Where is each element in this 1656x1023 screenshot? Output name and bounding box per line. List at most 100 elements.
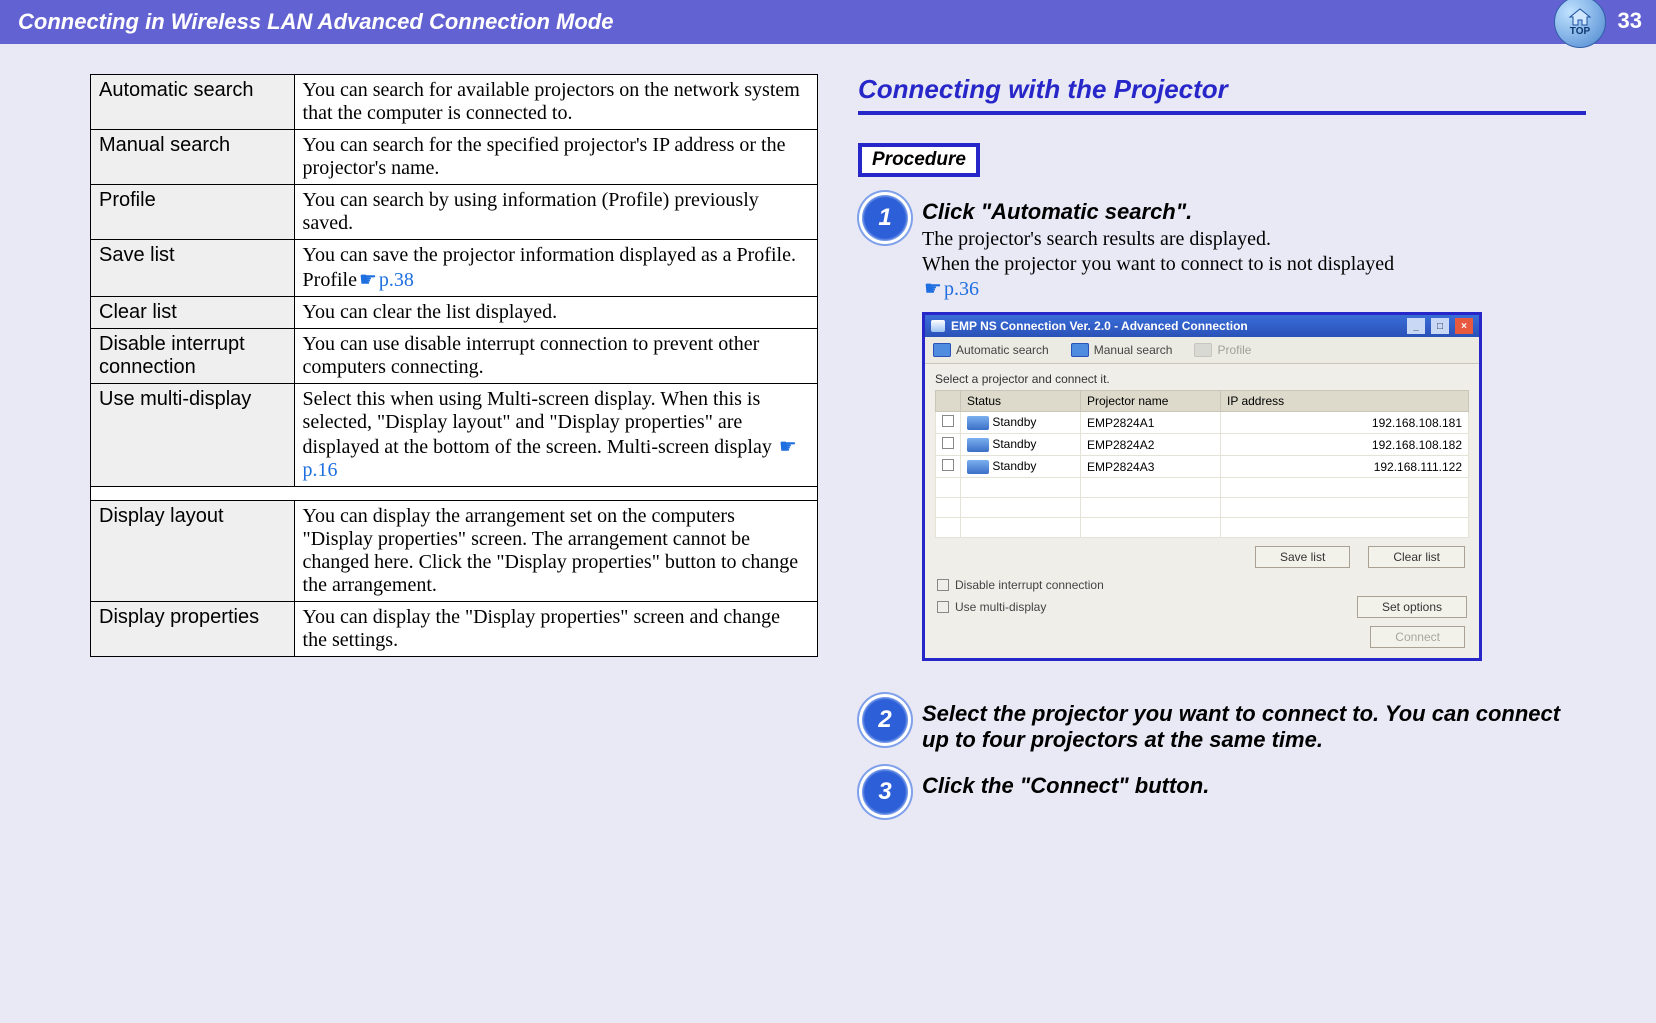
minimize-button[interactable]: _ xyxy=(1407,318,1425,334)
projector-icon xyxy=(967,416,989,430)
name-cell: EMP2824A1 xyxy=(1081,412,1221,434)
section-heading: Connecting with the Projector xyxy=(858,74,1586,115)
step-title: Select the projector you want to connect… xyxy=(922,701,1586,753)
projector-row[interactable]: Standby EMP2824A2 192.168.108.182 xyxy=(936,434,1469,456)
status-cell: Standby xyxy=(992,437,1036,451)
desc-cell: You can clear the list displayed. xyxy=(294,297,817,329)
app-screenshot: EMP NS Connection Ver. 2.0 - Advanced Co… xyxy=(922,312,1482,661)
table-row: Manual search You can search for the spe… xyxy=(91,130,818,185)
ip-cell: 192.168.108.181 xyxy=(1221,412,1469,434)
term-cell: Display layout xyxy=(91,501,295,602)
desc-cell: You can display the "Display properties"… xyxy=(294,602,817,657)
step-text: The projector's search results are displ… xyxy=(922,227,1586,302)
left-column: Automatic search You can search for avai… xyxy=(90,74,818,829)
page-title: Connecting in Wireless LAN Advanced Conn… xyxy=(18,9,613,35)
ip-cell: 192.168.108.182 xyxy=(1221,434,1469,456)
term-cell: Profile xyxy=(91,185,295,240)
clear-list-button[interactable]: Clear list xyxy=(1368,546,1465,568)
checkbox-label: Disable interrupt connection xyxy=(955,578,1104,592)
page-ref-link[interactable]: p.38 xyxy=(357,269,414,291)
procedure-label: Procedure xyxy=(858,143,980,177)
row-checkbox[interactable] xyxy=(942,415,954,427)
app-window-icon xyxy=(931,320,945,332)
procedure-step: 3 Click the "Connect" button. xyxy=(858,769,1586,815)
maximize-button[interactable]: □ xyxy=(1431,318,1449,334)
table-row: Display properties You can display the "… xyxy=(91,602,818,657)
step-number-badge: 3 xyxy=(862,769,908,815)
term-cell: Save list xyxy=(91,240,295,297)
page-number: 33 xyxy=(1618,8,1642,34)
house-icon xyxy=(1567,8,1593,26)
table-row: Save list You can save the projector inf… xyxy=(91,240,818,297)
step-title: Click "Automatic search". xyxy=(922,199,1586,225)
app-titlebar: EMP NS Connection Ver. 2.0 - Advanced Co… xyxy=(925,315,1479,337)
procedure-step: 1 Click "Automatic search". The projecto… xyxy=(858,195,1586,683)
desc-cell: You can use disable interrupt connection… xyxy=(294,329,817,384)
projector-icon xyxy=(967,438,989,452)
save-list-button[interactable]: Save list xyxy=(1255,546,1350,568)
col-ip-address: IP address xyxy=(1221,391,1469,412)
manual-search-icon xyxy=(1071,343,1089,357)
app-title: EMP NS Connection Ver. 2.0 - Advanced Co… xyxy=(951,319,1248,333)
status-cell: Standby xyxy=(992,459,1036,473)
top-icon-label: TOP xyxy=(1570,26,1590,37)
connect-button[interactable]: Connect xyxy=(1370,626,1465,648)
toolbar-label: Automatic search xyxy=(956,343,1049,357)
term-cell: Clear list xyxy=(91,297,295,329)
row-checkbox[interactable] xyxy=(942,437,954,449)
step-number-badge: 1 xyxy=(862,195,908,241)
set-options-button[interactable]: Set options xyxy=(1357,596,1467,618)
top-nav-icon[interactable]: TOP xyxy=(1554,0,1606,48)
close-button[interactable]: × xyxy=(1455,318,1473,334)
profile-tab[interactable]: Profile xyxy=(1194,343,1251,357)
desc-cell: You can display the arrangement set on t… xyxy=(294,501,817,602)
name-cell: EMP2824A3 xyxy=(1081,456,1221,478)
projector-list-table: Status Projector name IP address Standby… xyxy=(935,390,1469,538)
desc-cell: You can search for available projectors … xyxy=(294,75,817,130)
profile-icon xyxy=(1194,343,1212,357)
automatic-search-tab[interactable]: Automatic search xyxy=(933,343,1049,357)
desc-cell: Select this when using Multi-screen disp… xyxy=(294,384,817,487)
desc-text: Select this when using Multi-screen disp… xyxy=(303,388,777,458)
manual-search-tab[interactable]: Manual search xyxy=(1071,343,1173,357)
term-cell: Display properties xyxy=(91,602,295,657)
step-number-badge: 2 xyxy=(862,697,908,743)
row-checkbox[interactable] xyxy=(942,459,954,471)
page-header: Connecting in Wireless LAN Advanced Conn… xyxy=(0,0,1656,44)
desc-cell: You can search for the specified project… xyxy=(294,130,817,185)
table-row: Display layout You can display the arran… xyxy=(91,501,818,602)
checkbox-label: Use multi-display xyxy=(955,600,1046,614)
use-multi-display-checkbox[interactable] xyxy=(937,601,949,613)
col-select xyxy=(936,391,961,412)
projector-row[interactable]: Standby EMP2824A3 192.168.111.122 xyxy=(936,456,1469,478)
table-row: Automatic search You can search for avai… xyxy=(91,75,818,130)
term-cell: Manual search xyxy=(91,130,295,185)
step-body-text: The projector's search results are displ… xyxy=(922,228,1394,275)
definitions-table: Automatic search You can search for avai… xyxy=(90,74,818,657)
term-cell: Automatic search xyxy=(91,75,295,130)
ip-cell: 192.168.111.122 xyxy=(1221,456,1469,478)
step-title: Click the "Connect" button. xyxy=(922,773,1586,799)
projector-icon xyxy=(967,460,989,474)
name-cell: EMP2824A2 xyxy=(1081,434,1221,456)
term-cell: Use multi-display xyxy=(91,384,295,487)
table-row: Use multi-display Select this when using… xyxy=(91,384,818,487)
right-column: Connecting with the Projector Procedure … xyxy=(858,74,1586,829)
projector-row[interactable]: Standby EMP2824A1 192.168.108.181 xyxy=(936,412,1469,434)
procedure-step: 2 Select the projector you want to conne… xyxy=(858,697,1586,755)
table-row: Profile You can search by using informat… xyxy=(91,185,818,240)
app-instruction: Select a projector and connect it. xyxy=(925,364,1479,390)
table-row: Clear list You can clear the list displa… xyxy=(91,297,818,329)
term-cell: Disable interrupt connection xyxy=(91,329,295,384)
desc-cell: You can save the projector information d… xyxy=(294,240,817,297)
disable-interrupt-checkbox[interactable] xyxy=(937,579,949,591)
toolbar-label: Profile xyxy=(1217,343,1251,357)
auto-search-icon xyxy=(933,343,951,357)
app-toolbar: Automatic search Manual search Profile xyxy=(925,337,1479,364)
col-status: Status xyxy=(961,391,1081,412)
col-projector-name: Projector name xyxy=(1081,391,1221,412)
desc-cell: You can search by using information (Pro… xyxy=(294,185,817,240)
page-ref-link[interactable]: p.36 xyxy=(922,278,979,300)
status-cell: Standby xyxy=(992,415,1036,429)
toolbar-label: Manual search xyxy=(1094,343,1173,357)
